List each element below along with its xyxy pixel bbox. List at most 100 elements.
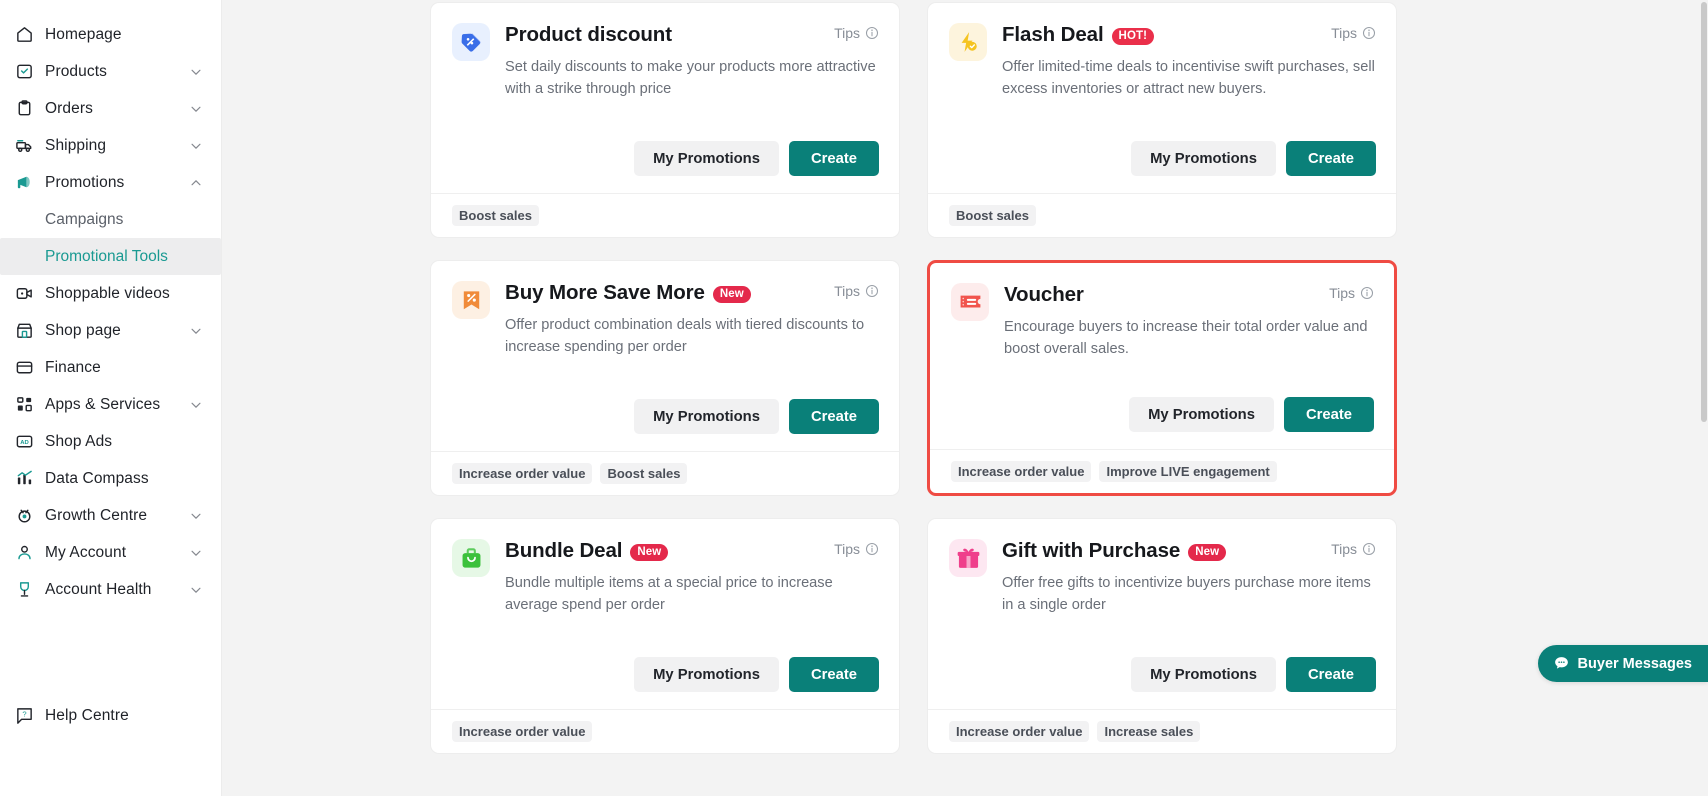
info-icon — [860, 284, 879, 298]
chevron-down-icon[interactable] — [189, 324, 203, 338]
promo-card-voucher: Tips Voucher Encourage buyers to increas… — [927, 260, 1397, 496]
sidebar-item-label: My Account — [45, 543, 127, 561]
my-promotions-button[interactable]: My Promotions — [634, 399, 779, 434]
sidebar-item-label: Apps & Services — [45, 395, 161, 413]
help-icon: ? — [14, 706, 34, 726]
vertical-scrollbar[interactable] — [1701, 2, 1707, 422]
voucher-ticket-icon — [951, 283, 989, 321]
my-promotions-button[interactable]: My Promotions — [634, 141, 779, 176]
card-header: Buy More Save More New Offer product com… — [452, 281, 879, 359]
card-tag: Increase order value — [951, 461, 1092, 482]
create-button[interactable]: Create — [788, 141, 879, 176]
card-description: Offer free gifts to incentivize buyers p… — [1002, 575, 1371, 614]
chevron-down-icon[interactable] — [189, 583, 203, 597]
info-icon — [1357, 26, 1376, 40]
sidebar-item-products[interactable]: Products — [0, 53, 221, 90]
sidebar-item-label: Data Compass — [45, 469, 149, 487]
sidebar-item-growth-centre[interactable]: Growth Centre — [0, 497, 221, 534]
card-tags: Increase order value Increase sales — [928, 709, 1396, 753]
orders-icon — [14, 99, 34, 119]
sidebar-item-finance[interactable]: Finance — [0, 349, 221, 386]
sidebar-item-account-health[interactable]: Account Health — [0, 571, 221, 608]
sidebar-item-shop-ads[interactable]: AD Shop Ads — [0, 423, 221, 460]
tips-label: Tips — [1331, 541, 1357, 557]
chevron-down-icon[interactable] — [189, 139, 203, 153]
card-text-block: Gift with Purchase New Offer free gifts … — [1002, 539, 1376, 617]
discount-tag-icon — [452, 23, 490, 61]
card-title: Bundle Deal — [505, 539, 623, 562]
card-tag: Boost sales — [949, 205, 1036, 226]
card-actions: My Promotions Create — [928, 657, 1396, 709]
svg-text:AD: AD — [20, 440, 29, 446]
content-gutter — [222, 0, 390, 796]
sidebar-item-my-account[interactable]: My Account — [0, 534, 221, 571]
sidebar-item-help-centre[interactable]: ? Help Centre — [0, 697, 221, 734]
tips-button[interactable]: Tips — [834, 25, 879, 41]
gift-box-icon — [949, 539, 987, 577]
create-button[interactable]: Create — [1285, 141, 1376, 176]
card-header: Voucher Encourage buyers to increase the… — [951, 283, 1374, 361]
card-badge: New — [1188, 543, 1227, 561]
tips-label: Tips — [1329, 285, 1355, 301]
buyer-messages-label: Buyer Messages — [1577, 655, 1692, 672]
create-button[interactable]: Create — [788, 657, 879, 692]
tips-label: Tips — [834, 541, 860, 557]
tips-button[interactable]: Tips — [834, 283, 879, 299]
chevron-down-icon[interactable] — [189, 546, 203, 560]
card-tags: Boost sales — [431, 193, 899, 237]
sidebar-item-label: Shipping — [45, 136, 107, 154]
home-icon — [14, 25, 34, 45]
create-button[interactable]: Create — [1285, 657, 1376, 692]
sidebar-item-label: Help Centre — [45, 706, 129, 724]
card-body: Tips Product discount Set daily discount… — [431, 3, 899, 141]
card-body: Tips Voucher Encourage buyers to increas… — [930, 263, 1394, 397]
card-badge: HOT! — [1111, 27, 1155, 45]
percent-ribbon-icon — [452, 281, 490, 319]
sidebar-item-orders[interactable]: Orders — [0, 90, 221, 127]
buyer-messages-button[interactable]: Buyer Messages — [1537, 645, 1708, 682]
growth-centre-icon — [14, 506, 34, 526]
my-promotions-button[interactable]: My Promotions — [1129, 397, 1274, 432]
sidebar-item-label: Shoppable videos — [45, 284, 170, 302]
tips-button[interactable]: Tips — [834, 541, 879, 557]
chevron-down-icon[interactable] — [189, 398, 203, 412]
apps-icon — [14, 395, 34, 415]
sidebar-help-wrap: ? Help Centre — [0, 697, 221, 734]
sidebar-subitem-promotional-tools[interactable]: Promotional Tools — [0, 238, 221, 275]
sidebar-subitem-label: Campaigns — [45, 210, 124, 228]
create-button[interactable]: Create — [1283, 397, 1374, 432]
sidebar-item-apps-services[interactable]: Apps & Services — [0, 386, 221, 423]
sidebar-item-homepage[interactable]: Homepage — [0, 16, 221, 53]
sidebar-item-data-compass[interactable]: Data Compass — [0, 460, 221, 497]
sidebar-subitem-campaigns[interactable]: Campaigns — [0, 201, 221, 238]
create-button[interactable]: Create — [788, 399, 879, 434]
my-promotions-button[interactable]: My Promotions — [1131, 141, 1276, 176]
sidebar-item-shop-page[interactable]: Shop page — [0, 312, 221, 349]
chevron-down-icon[interactable] — [189, 509, 203, 523]
card-title-row: Voucher — [1004, 283, 1374, 307]
my-promotions-button[interactable]: My Promotions — [1131, 657, 1276, 692]
sidebar-item-promotions[interactable]: Promotions — [0, 164, 221, 201]
sidebar-item-label: Homepage — [45, 25, 122, 43]
tips-button[interactable]: Tips — [1331, 25, 1376, 41]
bundle-bag-icon — [452, 539, 490, 577]
card-description: Set daily discounts to make your product… — [505, 59, 876, 98]
sidebar-item-shipping[interactable]: Shipping — [0, 127, 221, 164]
chevron-down-icon[interactable] — [189, 65, 203, 79]
tips-button[interactable]: Tips — [1329, 285, 1374, 301]
chevron-down-icon[interactable] — [189, 102, 203, 116]
my-promotions-button[interactable]: My Promotions — [634, 657, 779, 692]
card-text-block: Buy More Save More New Offer product com… — [505, 281, 879, 359]
sidebar-item-shoppable-videos[interactable]: Shoppable videos — [0, 275, 221, 312]
tips-button[interactable]: Tips — [1331, 541, 1376, 557]
card-tag: Increase order value — [949, 721, 1090, 742]
finance-icon — [14, 358, 34, 378]
main-content: Tips Product discount Set daily discount… — [390, 0, 1708, 796]
sidebar-item-label: Promotions — [45, 173, 125, 191]
card-badge: New — [712, 285, 751, 303]
info-icon — [1355, 286, 1374, 300]
chevron-up-icon[interactable] — [189, 176, 203, 190]
card-actions: My Promotions Create — [930, 397, 1394, 449]
info-icon — [860, 26, 879, 40]
card-text-block: Bundle Deal New Bundle multiple items at… — [505, 539, 879, 617]
